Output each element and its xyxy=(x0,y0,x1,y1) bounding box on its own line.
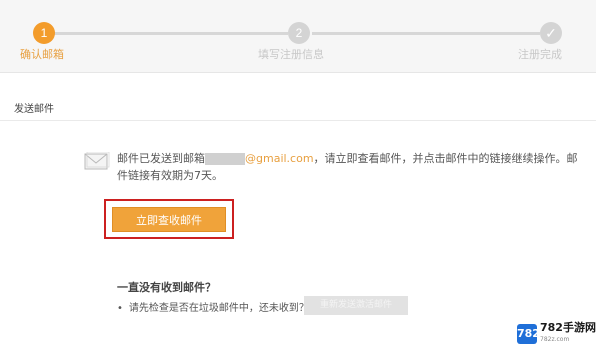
step-1-label: 确认邮箱 xyxy=(20,48,64,61)
watermark: 782 782手游网 782z.com xyxy=(517,322,596,346)
step-3-label: 注册完成 xyxy=(518,48,562,61)
bullet: • xyxy=(117,303,123,314)
progress-line-1 xyxy=(44,32,288,35)
watermark-logo-text: 782 xyxy=(517,327,540,340)
step-2-number: 2 xyxy=(288,22,310,44)
watermark-text: 782手游网 782z.com xyxy=(540,322,596,346)
step-1-number: 1 xyxy=(33,22,55,44)
email-domain: @gmail.com xyxy=(245,152,314,165)
help-item: • 请先检查是否在垃圾邮件中，还未收到？ xyxy=(117,299,309,314)
check-mail-button[interactable]: 立即查收邮件 xyxy=(112,207,226,232)
progress-line-2 xyxy=(312,32,540,35)
progress-steps: 1 确认邮箱 2 填写注册信息 ✓ 注册完成 xyxy=(0,0,596,73)
help-item-text: 请先检查是否在垃圾邮件中，还未收到？ xyxy=(128,303,309,314)
watermark-title: 782手游网 xyxy=(540,321,596,334)
divider xyxy=(0,120,596,121)
watermark-sub: 782z.com xyxy=(540,336,570,343)
resend-button[interactable]: 重新发送激活邮件 xyxy=(304,296,408,315)
step-2-label: 填写注册信息 xyxy=(258,48,324,61)
watermark-logo: 782 xyxy=(517,324,540,344)
masked-email xyxy=(205,153,245,165)
sent-message: 邮件已发送到邮箱 @gmail.com，请立即查看邮件，并点击邮件中的链接继续操作… xyxy=(117,150,587,184)
mail-icon xyxy=(84,152,110,170)
step-3-check-icon: ✓ xyxy=(540,22,562,44)
message-prefix: 邮件已发送到邮箱 xyxy=(117,152,205,165)
help-title: 一直没有收到邮件？ xyxy=(117,281,216,294)
section-title: 发送邮件 xyxy=(14,104,54,115)
